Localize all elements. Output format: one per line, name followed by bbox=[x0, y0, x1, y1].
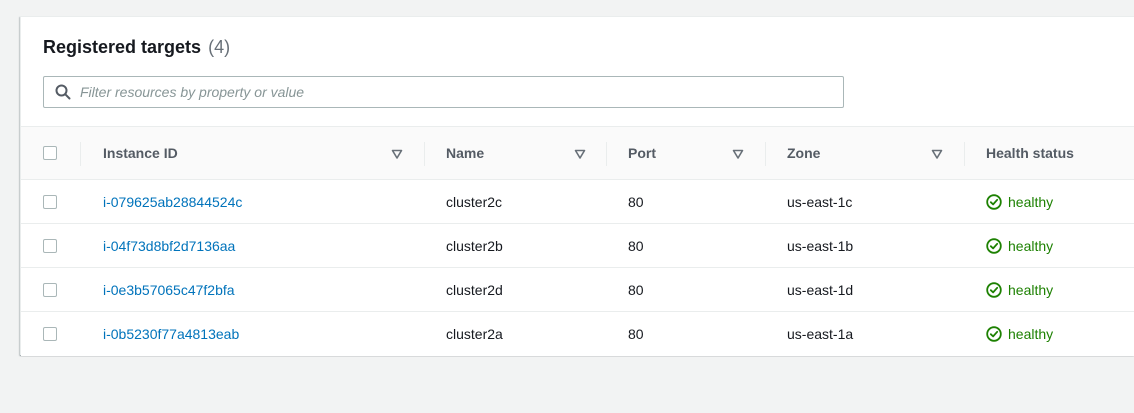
health-status-text: healthy bbox=[1008, 281, 1054, 298]
health-status-cell: healthy bbox=[986, 224, 1134, 267]
instance-id-link[interactable]: i-04f73d8bf2d7136aa bbox=[103, 238, 235, 254]
row-checkbox[interactable] bbox=[43, 327, 57, 341]
table-row[interactable]: i-04f73d8bf2d7136aa cluster2b 80 us-east… bbox=[21, 224, 1134, 268]
column-header-health-status[interactable]: Health status bbox=[986, 127, 1134, 179]
health-status-text: healthy bbox=[1008, 193, 1054, 210]
port-cell: 80 bbox=[628, 193, 644, 210]
panel-title-text: Registered targets bbox=[43, 37, 202, 57]
zone-cell: us-east-1b bbox=[787, 237, 854, 254]
sort-caret-icon[interactable] bbox=[391, 148, 403, 160]
targets-table: Instance ID Name Port Zone Health status bbox=[21, 126, 1134, 356]
name-cell: cluster2d bbox=[446, 281, 503, 298]
column-divider[interactable] bbox=[964, 142, 965, 166]
name-cell: cluster2a bbox=[446, 326, 503, 342]
health-status-cell: healthy bbox=[986, 268, 1134, 311]
name-cell: cluster2b bbox=[446, 237, 503, 254]
column-divider[interactable] bbox=[765, 142, 766, 166]
instance-id-link[interactable]: i-0e3b57065c47f2bfa bbox=[103, 282, 235, 298]
instance-id-link[interactable]: i-0b5230f77a4813eab bbox=[103, 326, 239, 342]
check-circle-icon bbox=[986, 193, 1002, 210]
table-row[interactable]: i-0b5230f77a4813eab cluster2a 80 us-east… bbox=[21, 312, 1134, 356]
column-divider[interactable] bbox=[80, 142, 81, 166]
row-select-cell bbox=[43, 268, 59, 311]
health-status-cell: healthy bbox=[986, 312, 1134, 356]
instance-id-cell: i-0e3b57065c47f2bfa bbox=[103, 268, 423, 311]
port-cell: 80 bbox=[628, 326, 644, 342]
search-icon bbox=[55, 84, 71, 100]
check-circle-icon bbox=[986, 326, 1002, 342]
row-checkbox[interactable] bbox=[43, 238, 57, 253]
row-select-cell bbox=[43, 312, 59, 356]
health-status-cell: healthy bbox=[986, 180, 1134, 223]
table-header: Instance ID Name Port Zone Health status bbox=[21, 126, 1134, 180]
table-row[interactable]: i-0e3b57065c47f2bfa cluster2d 80 us-east… bbox=[21, 268, 1134, 312]
registered-targets-panel: Registered targets (4) Instance ID Name bbox=[20, 16, 1134, 356]
row-select-cell bbox=[43, 180, 59, 223]
sort-caret-icon[interactable] bbox=[732, 148, 744, 160]
row-checkbox[interactable] bbox=[43, 194, 57, 209]
panel-title: Registered targets (4) bbox=[43, 37, 230, 58]
select-all-checkbox[interactable] bbox=[43, 146, 57, 160]
port-cell: 80 bbox=[628, 237, 644, 254]
filter-input[interactable] bbox=[80, 77, 830, 107]
health-status-text: healthy bbox=[1008, 326, 1054, 342]
check-circle-icon bbox=[986, 281, 1002, 298]
health-status-text: healthy bbox=[1008, 237, 1054, 254]
zone-cell: us-east-1c bbox=[787, 193, 853, 210]
column-header-port[interactable]: Port bbox=[628, 127, 768, 179]
zone-cell: us-east-1d bbox=[787, 281, 854, 298]
table-row[interactable]: i-079625ab28844524c cluster2c 80 us-east… bbox=[21, 180, 1134, 224]
instance-id-cell: i-0b5230f77a4813eab bbox=[103, 312, 423, 356]
zone-cell: us-east-1a bbox=[787, 326, 854, 342]
row-checkbox[interactable] bbox=[43, 282, 57, 297]
select-all-cell bbox=[43, 127, 59, 179]
column-header-instance-id[interactable]: Instance ID bbox=[103, 127, 423, 179]
target-count: (4) bbox=[208, 37, 231, 57]
column-divider[interactable] bbox=[424, 142, 425, 166]
port-cell: 80 bbox=[628, 281, 644, 298]
instance-id-link[interactable]: i-079625ab28844524c bbox=[103, 194, 242, 210]
row-select-cell bbox=[43, 224, 59, 267]
sort-caret-icon[interactable] bbox=[574, 148, 586, 160]
column-divider[interactable] bbox=[606, 142, 607, 166]
instance-id-cell: i-079625ab28844524c bbox=[103, 180, 423, 223]
name-cell: cluster2c bbox=[446, 193, 503, 210]
sort-caret-icon[interactable] bbox=[931, 148, 943, 160]
check-circle-icon bbox=[986, 237, 1002, 254]
filter-box bbox=[43, 76, 844, 108]
instance-id-cell: i-04f73d8bf2d7136aa bbox=[103, 224, 423, 267]
